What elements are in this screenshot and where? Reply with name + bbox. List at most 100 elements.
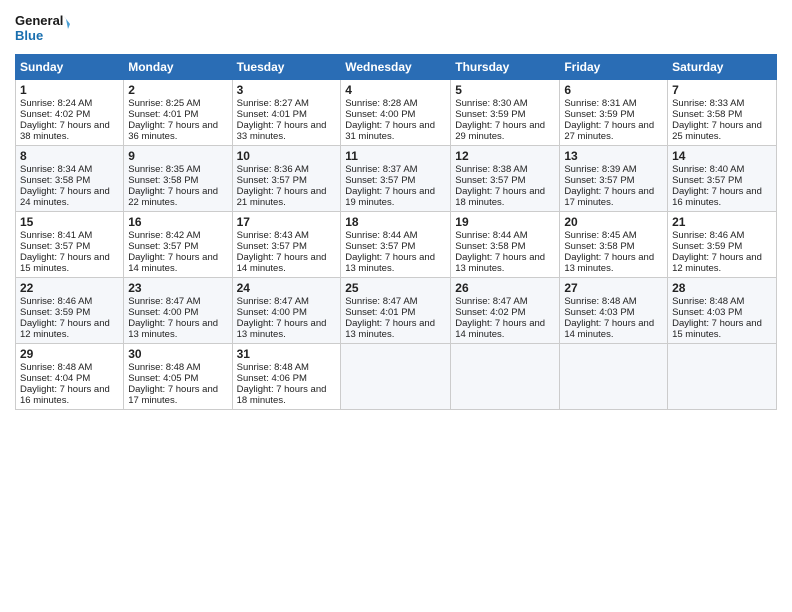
table-row: 15Sunrise: 8:41 AMSunset: 3:57 PMDayligh… (16, 212, 124, 278)
day-number: 14 (672, 149, 772, 163)
sunrise: Sunrise: 8:48 AM (128, 362, 200, 373)
day-number: 23 (128, 281, 227, 295)
day-number: 17 (237, 215, 337, 229)
day-number: 25 (345, 281, 446, 295)
day-number: 22 (20, 281, 119, 295)
weekday-header-row: Sunday Monday Tuesday Wednesday Thursday… (16, 55, 777, 80)
table-row: 24Sunrise: 8:47 AMSunset: 4:00 PMDayligh… (232, 278, 341, 344)
daylight: Daylight: 7 hours and 14 minutes. (128, 252, 218, 274)
day-number: 8 (20, 149, 119, 163)
header-wednesday: Wednesday (341, 55, 451, 80)
sunset: Sunset: 4:01 PM (128, 109, 198, 120)
sunrise: Sunrise: 8:45 AM (564, 230, 636, 241)
daylight: Daylight: 7 hours and 14 minutes. (237, 252, 327, 274)
table-row: 25Sunrise: 8:47 AMSunset: 4:01 PMDayligh… (341, 278, 451, 344)
table-row: 13Sunrise: 8:39 AMSunset: 3:57 PMDayligh… (560, 146, 668, 212)
header-tuesday: Tuesday (232, 55, 341, 80)
table-row (668, 344, 777, 410)
day-number: 12 (455, 149, 555, 163)
table-row: 21Sunrise: 8:46 AMSunset: 3:59 PMDayligh… (668, 212, 777, 278)
sunrise: Sunrise: 8:46 AM (20, 296, 92, 307)
day-number: 4 (345, 83, 446, 97)
table-row: 14Sunrise: 8:40 AMSunset: 3:57 PMDayligh… (668, 146, 777, 212)
sunset: Sunset: 4:02 PM (455, 307, 525, 318)
table-row: 16Sunrise: 8:42 AMSunset: 3:57 PMDayligh… (124, 212, 232, 278)
week-row-4: 22Sunrise: 8:46 AMSunset: 3:59 PMDayligh… (16, 278, 777, 344)
daylight: Daylight: 7 hours and 24 minutes. (20, 186, 110, 208)
day-number: 7 (672, 83, 772, 97)
day-number: 21 (672, 215, 772, 229)
sunrise: Sunrise: 8:47 AM (237, 296, 309, 307)
table-row: 28Sunrise: 8:48 AMSunset: 4:03 PMDayligh… (668, 278, 777, 344)
day-number: 9 (128, 149, 227, 163)
table-row: 4Sunrise: 8:28 AMSunset: 4:00 PMDaylight… (341, 80, 451, 146)
day-number: 6 (564, 83, 663, 97)
daylight: Daylight: 7 hours and 27 minutes. (564, 120, 654, 142)
table-row: 23Sunrise: 8:47 AMSunset: 4:00 PMDayligh… (124, 278, 232, 344)
sunset: Sunset: 3:59 PM (564, 109, 634, 120)
table-row: 17Sunrise: 8:43 AMSunset: 3:57 PMDayligh… (232, 212, 341, 278)
sunset: Sunset: 4:00 PM (345, 109, 415, 120)
table-row: 9Sunrise: 8:35 AMSunset: 3:58 PMDaylight… (124, 146, 232, 212)
calendar-table: Sunday Monday Tuesday Wednesday Thursday… (15, 54, 777, 410)
daylight: Daylight: 7 hours and 29 minutes. (455, 120, 545, 142)
daylight: Daylight: 7 hours and 33 minutes. (237, 120, 327, 142)
week-row-2: 8Sunrise: 8:34 AMSunset: 3:58 PMDaylight… (16, 146, 777, 212)
daylight: Daylight: 7 hours and 16 minutes. (20, 384, 110, 406)
table-row: 20Sunrise: 8:45 AMSunset: 3:58 PMDayligh… (560, 212, 668, 278)
table-row: 3Sunrise: 8:27 AMSunset: 4:01 PMDaylight… (232, 80, 341, 146)
day-number: 27 (564, 281, 663, 295)
day-number: 1 (20, 83, 119, 97)
sunset: Sunset: 3:57 PM (564, 175, 634, 186)
sunrise: Sunrise: 8:28 AM (345, 98, 417, 109)
table-row: 30Sunrise: 8:48 AMSunset: 4:05 PMDayligh… (124, 344, 232, 410)
sunrise: Sunrise: 8:43 AM (237, 230, 309, 241)
page: General Blue Sunday Monday Tuesday Wedne… (0, 0, 792, 612)
table-row: 26Sunrise: 8:47 AMSunset: 4:02 PMDayligh… (451, 278, 560, 344)
sunrise: Sunrise: 8:48 AM (237, 362, 309, 373)
table-row (451, 344, 560, 410)
day-number: 2 (128, 83, 227, 97)
daylight: Daylight: 7 hours and 31 minutes. (345, 120, 435, 142)
sunrise: Sunrise: 8:44 AM (455, 230, 527, 241)
sunrise: Sunrise: 8:40 AM (672, 164, 744, 175)
day-number: 28 (672, 281, 772, 295)
day-number: 5 (455, 83, 555, 97)
daylight: Daylight: 7 hours and 18 minutes. (455, 186, 545, 208)
table-row: 12Sunrise: 8:38 AMSunset: 3:57 PMDayligh… (451, 146, 560, 212)
table-row: 1Sunrise: 8:24 AMSunset: 4:02 PMDaylight… (16, 80, 124, 146)
sunset: Sunset: 3:57 PM (20, 241, 90, 252)
sunrise: Sunrise: 8:35 AM (128, 164, 200, 175)
daylight: Daylight: 7 hours and 38 minutes. (20, 120, 110, 142)
sunset: Sunset: 3:57 PM (237, 241, 307, 252)
day-number: 29 (20, 347, 119, 361)
table-row (341, 344, 451, 410)
sunrise: Sunrise: 8:27 AM (237, 98, 309, 109)
daylight: Daylight: 7 hours and 13 minutes. (345, 318, 435, 340)
daylight: Daylight: 7 hours and 14 minutes. (564, 318, 654, 340)
sunset: Sunset: 4:00 PM (237, 307, 307, 318)
table-row: 8Sunrise: 8:34 AMSunset: 3:58 PMDaylight… (16, 146, 124, 212)
day-number: 26 (455, 281, 555, 295)
sunset: Sunset: 3:58 PM (672, 109, 742, 120)
table-row (560, 344, 668, 410)
sunrise: Sunrise: 8:44 AM (345, 230, 417, 241)
sunset: Sunset: 4:03 PM (564, 307, 634, 318)
table-row: 18Sunrise: 8:44 AMSunset: 3:57 PMDayligh… (341, 212, 451, 278)
logo: General Blue (15, 10, 70, 46)
day-number: 24 (237, 281, 337, 295)
day-number: 16 (128, 215, 227, 229)
sunset: Sunset: 3:57 PM (345, 175, 415, 186)
daylight: Daylight: 7 hours and 17 minutes. (128, 384, 218, 406)
table-row: 31Sunrise: 8:48 AMSunset: 4:06 PMDayligh… (232, 344, 341, 410)
daylight: Daylight: 7 hours and 13 minutes. (564, 252, 654, 274)
sunset: Sunset: 4:03 PM (672, 307, 742, 318)
daylight: Daylight: 7 hours and 22 minutes. (128, 186, 218, 208)
table-row: 6Sunrise: 8:31 AMSunset: 3:59 PMDaylight… (560, 80, 668, 146)
svg-text:General: General (15, 13, 63, 28)
sunrise: Sunrise: 8:39 AM (564, 164, 636, 175)
header-saturday: Saturday (668, 55, 777, 80)
header-sunday: Sunday (16, 55, 124, 80)
sunset: Sunset: 4:01 PM (345, 307, 415, 318)
day-number: 18 (345, 215, 446, 229)
